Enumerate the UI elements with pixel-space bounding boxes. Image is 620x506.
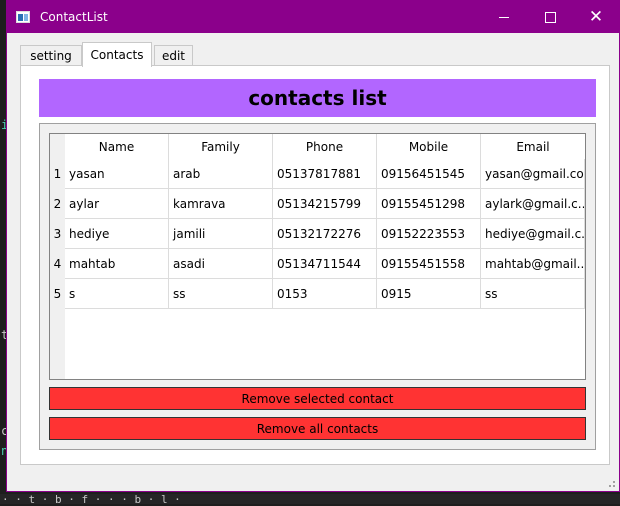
row-header[interactable]: 5 [50, 279, 65, 309]
maximize-icon [544, 11, 556, 23]
cell-name[interactable]: mahtab [65, 249, 169, 279]
row-header[interactable]: 1 [50, 159, 65, 189]
cell-email[interactable]: ss [481, 279, 585, 309]
remove-all-contacts-button[interactable]: Remove all contacts [49, 417, 586, 440]
cell-mobile[interactable]: 09152223553 [377, 219, 481, 249]
column-header-phone[interactable]: Phone [273, 134, 377, 159]
row-header[interactable]: 2 [50, 189, 65, 219]
cell-name[interactable]: yasan [65, 159, 169, 189]
cell-name[interactable]: s [65, 279, 169, 309]
contacts-group: Name Family Phone Mobile Email 1 yasan a… [39, 123, 596, 450]
cell-family[interactable]: kamrava [169, 189, 273, 219]
contacts-table[interactable]: Name Family Phone Mobile Email 1 yasan a… [49, 133, 586, 380]
column-header-family[interactable]: Family [169, 134, 273, 159]
resize-grip[interactable] [605, 477, 615, 487]
cell-mobile[interactable]: 09156451545 [377, 159, 481, 189]
column-header-email[interactable]: Email [481, 134, 585, 159]
minimize-icon [499, 16, 509, 18]
remove-selected-contact-button[interactable]: Remove selected contact [49, 387, 586, 410]
close-icon: ✕ [588, 6, 604, 27]
cell-email[interactable]: mahtab@gmail.... [481, 249, 585, 279]
table-corner[interactable] [50, 134, 65, 159]
row-header[interactable]: 4 [50, 249, 65, 279]
cell-mobile[interactable]: 09155451298 [377, 189, 481, 219]
tab-panel-contacts: contacts list Name Family Phone Mobile E… [20, 65, 610, 465]
cell-mobile[interactable]: 0915 [377, 279, 481, 309]
cell-family[interactable]: arab [169, 159, 273, 189]
cell-phone[interactable]: 05134215799 [273, 189, 377, 219]
tab-setting[interactable]: setting [20, 45, 82, 66]
tab-edit[interactable]: edit [154, 45, 193, 66]
grip-dot [613, 481, 615, 483]
cell-phone[interactable]: 05132172276 [273, 219, 377, 249]
cell-family[interactable]: jamili [169, 219, 273, 249]
row-header[interactable]: 3 [50, 219, 65, 249]
page-title: contacts list [39, 79, 596, 117]
cell-family[interactable]: ss [169, 279, 273, 309]
close-button[interactable]: ✕ [573, 1, 619, 33]
column-header-name[interactable]: Name [65, 134, 169, 159]
app-window: ContactList ✕ setting Contacts edit cont… [6, 0, 620, 492]
grip-dot [609, 485, 611, 487]
tab-contacts[interactable]: Contacts [82, 42, 152, 67]
grip-dot [613, 485, 615, 487]
cell-email[interactable]: aylark@gmail.c... [481, 189, 585, 219]
cell-name[interactable]: hediye [65, 219, 169, 249]
cell-phone[interactable]: 05134711544 [273, 249, 377, 279]
cell-email[interactable]: yasan@gmail.co... [481, 159, 585, 189]
title-bar[interactable]: ContactList ✕ [7, 1, 619, 33]
cell-mobile[interactable]: 09155451558 [377, 249, 481, 279]
window-title: ContactList [40, 10, 108, 24]
cell-phone[interactable]: 0153 [273, 279, 377, 309]
cell-family[interactable]: asadi [169, 249, 273, 279]
minimize-button[interactable] [481, 1, 527, 33]
app-icon [16, 11, 30, 23]
column-header-mobile[interactable]: Mobile [377, 134, 481, 159]
cell-name[interactable]: aylar [65, 189, 169, 219]
cell-phone[interactable]: 05137817881 [273, 159, 377, 189]
editor-text: · · t · b · f · · · b · l · [2, 493, 181, 506]
cell-email[interactable]: hediye@gmail.c... [481, 219, 585, 249]
maximize-button[interactable] [527, 1, 573, 33]
